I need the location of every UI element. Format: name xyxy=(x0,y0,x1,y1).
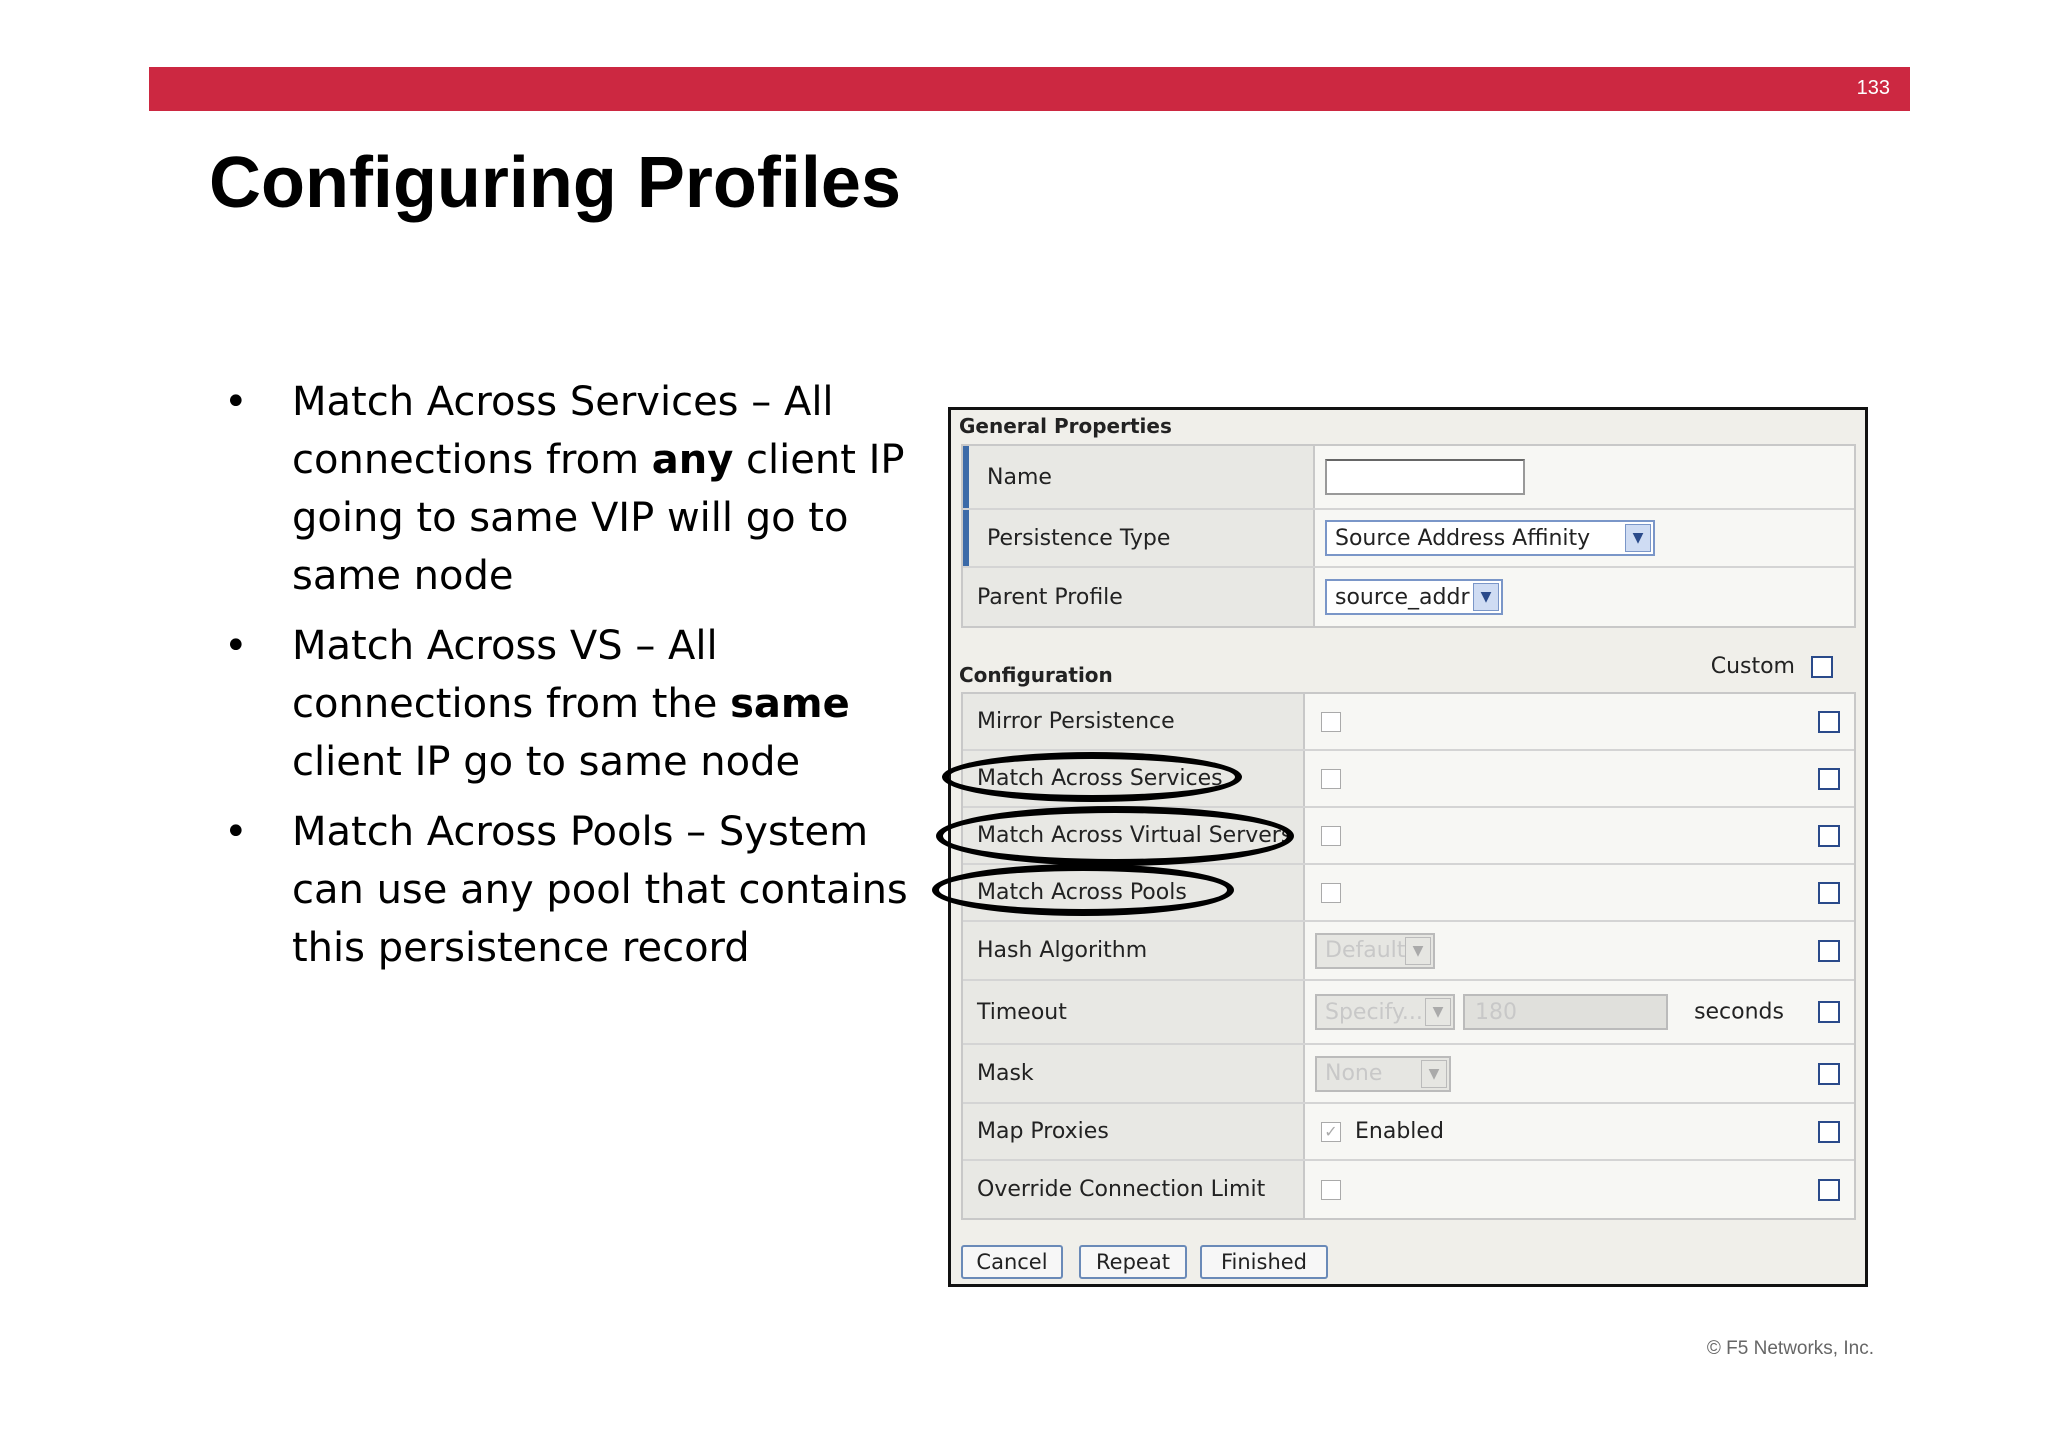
match-across-pools-checkbox[interactable] xyxy=(1321,882,1341,903)
persistence-type-select[interactable]: Source Address Affinity ▼ xyxy=(1325,520,1655,556)
map-proxies-row: Map Proxies ✓ Enabled xyxy=(963,1104,1854,1161)
configuration-grid: Mirror Persistence Match Across Services… xyxy=(961,692,1856,1220)
timeout-row: Timeout Specify... ▼ 180 seconds xyxy=(963,981,1854,1045)
mask-row: Mask None ▼ xyxy=(963,1045,1854,1104)
mirror-persistence-row: Mirror Persistence xyxy=(963,694,1854,751)
mirror-persistence-label: Mirror Persistence xyxy=(963,694,1305,749)
match-across-pools-label: Match Across Pools xyxy=(963,865,1305,920)
chevron-down-icon: ▼ xyxy=(1421,1059,1447,1088)
name-label: Name xyxy=(963,446,1315,508)
map-proxies-enabled-text: Enabled xyxy=(1355,1119,1444,1144)
page-number: 133 xyxy=(1856,77,1890,99)
timeout-label: Timeout xyxy=(963,981,1305,1043)
name-value-cell xyxy=(1315,446,1854,508)
profile-config-screenshot: General Properties Name Persistence Type… xyxy=(932,407,1868,1287)
custom-all-checkbox[interactable] xyxy=(1811,655,1833,678)
bullet-item: • Match Across VS – All connections from … xyxy=(220,617,920,791)
hash-algorithm-custom-checkbox[interactable] xyxy=(1818,939,1840,962)
parent-profile-cell: source_addr ▼ xyxy=(1315,568,1854,626)
match-across-services-custom-checkbox[interactable] xyxy=(1818,767,1840,790)
general-properties-heading: General Properties xyxy=(959,414,1172,438)
override-connection-limit-label: Override Connection Limit xyxy=(963,1161,1305,1218)
timeout-custom-checkbox[interactable] xyxy=(1818,1001,1840,1023)
map-proxies-checkbox[interactable]: ✓ xyxy=(1321,1121,1341,1142)
persistence-type-row: Persistence Type Source Address Affinity… xyxy=(963,510,1854,568)
cancel-button[interactable]: Cancel xyxy=(961,1245,1063,1279)
bullet-dot: • xyxy=(224,379,248,425)
name-input[interactable] xyxy=(1325,459,1525,495)
mirror-persistence-checkbox[interactable] xyxy=(1321,711,1341,732)
match-across-services-row: Match Across Services xyxy=(963,751,1854,808)
custom-header: Custom xyxy=(1711,654,1833,679)
general-properties-grid: Name Persistence Type Source Address Aff… xyxy=(961,444,1856,628)
repeat-button[interactable]: Repeat xyxy=(1079,1245,1187,1279)
mask-select[interactable]: None ▼ xyxy=(1315,1055,1451,1092)
mask-label: Mask xyxy=(963,1045,1305,1102)
bullet-item: • Match Across Services – All connections… xyxy=(220,373,920,605)
parent-profile-row: Parent Profile source_addr ▼ xyxy=(963,568,1854,626)
bullet-dot: • xyxy=(224,623,248,669)
mask-custom-checkbox[interactable] xyxy=(1818,1062,1840,1085)
map-proxies-custom-checkbox[interactable] xyxy=(1818,1120,1840,1143)
copyright-footer: © F5 Networks, Inc. xyxy=(1706,1338,1874,1359)
persistence-type-label: Persistence Type xyxy=(963,510,1315,566)
chevron-down-icon: ▼ xyxy=(1473,583,1499,611)
chevron-down-icon: ▼ xyxy=(1405,936,1431,965)
hash-algorithm-row: Hash Algorithm Default ▼ xyxy=(963,922,1854,981)
finished-button[interactable]: Finished xyxy=(1200,1245,1328,1279)
bullet-dot: • xyxy=(224,809,248,855)
timeout-unit: seconds xyxy=(1694,999,1784,1025)
hash-algorithm-label: Hash Algorithm xyxy=(963,922,1305,979)
bullet-list: • Match Across Services – All connections… xyxy=(220,373,920,989)
bullet-item: • Match Across Pools – System can use any… xyxy=(220,803,920,977)
match-across-services-label: Match Across Services xyxy=(963,751,1305,806)
name-row: Name xyxy=(963,446,1854,510)
match-across-virtual-servers-checkbox[interactable] xyxy=(1321,825,1341,846)
match-across-virtual-servers-row: Match Across Virtual Servers xyxy=(963,808,1854,865)
match-across-pools-custom-checkbox[interactable] xyxy=(1818,881,1840,904)
hash-algorithm-select[interactable]: Default ▼ xyxy=(1315,932,1435,969)
mirror-persistence-custom-checkbox[interactable] xyxy=(1818,710,1840,733)
override-connection-limit-row: Override Connection Limit xyxy=(963,1161,1854,1218)
match-across-services-checkbox[interactable] xyxy=(1321,768,1341,789)
override-connection-limit-checkbox[interactable] xyxy=(1321,1179,1341,1200)
override-connection-limit-custom-checkbox[interactable] xyxy=(1818,1178,1840,1201)
timeout-value-input[interactable]: 180 xyxy=(1463,994,1668,1030)
chevron-down-icon: ▼ xyxy=(1425,998,1451,1026)
map-proxies-label: Map Proxies xyxy=(963,1104,1305,1159)
configuration-heading: Configuration xyxy=(959,663,1113,687)
match-across-pools-row: Match Across Pools xyxy=(963,865,1854,922)
persistence-type-cell: Source Address Affinity ▼ xyxy=(1315,510,1854,566)
custom-label: Custom xyxy=(1710,654,1795,679)
match-across-virtual-servers-custom-checkbox[interactable] xyxy=(1818,824,1840,847)
chevron-down-icon: ▼ xyxy=(1625,524,1651,552)
parent-profile-select[interactable]: source_addr ▼ xyxy=(1325,579,1503,615)
timeout-mode-select[interactable]: Specify... ▼ xyxy=(1315,994,1455,1030)
match-across-virtual-servers-label: Match Across Virtual Servers xyxy=(963,808,1305,863)
top-accent-bar: 133 xyxy=(149,67,1910,111)
parent-profile-label: Parent Profile xyxy=(963,568,1315,626)
slide-title: Configuring Profiles xyxy=(209,143,901,223)
